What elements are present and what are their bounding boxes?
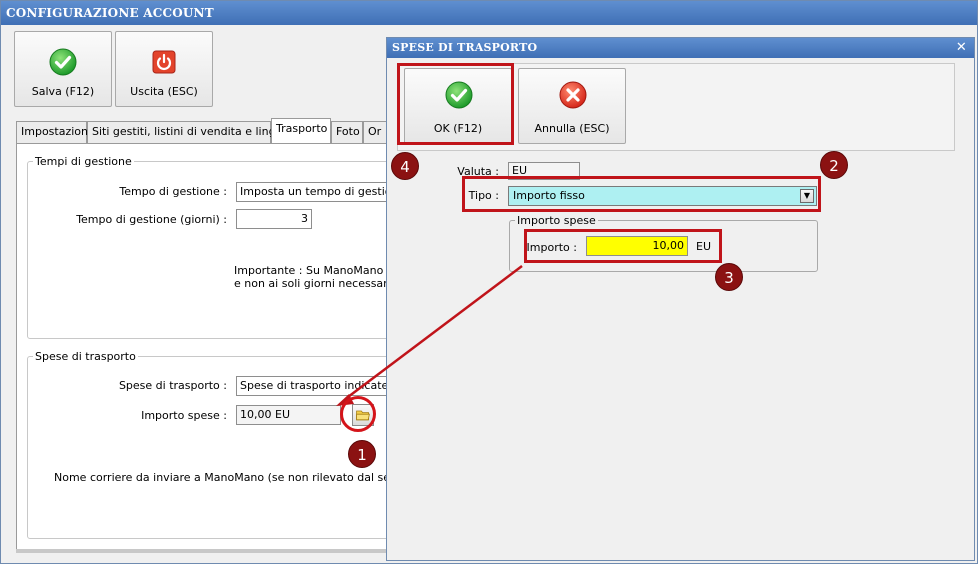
cancel-button-label: Annulla (ESC) (534, 122, 610, 135)
annotation-badge-1: 1 (348, 440, 376, 468)
tempo-gestione-label: Tempo di gestione : (119, 185, 227, 198)
cancel-button[interactable]: Annulla (ESC) (518, 68, 626, 144)
dialog-close-icon[interactable]: ✕ (956, 38, 967, 58)
spese-trasporto-label: Spese di trasporto : (118, 379, 227, 392)
trasporto-panel: Tempi di gestione Tempo di gestione : Im… (16, 143, 401, 551)
tab-trasporto[interactable]: Trasporto (271, 118, 331, 143)
tab-impostazioni[interactable]: Impostazioni (16, 121, 91, 143)
annotation-circle-folder (340, 396, 376, 432)
tab-siti-gestiti[interactable]: Siti gestiti, listini di vendita e lingu… (87, 121, 289, 143)
annotation-badge-4: 4 (391, 152, 419, 180)
power-icon (152, 50, 176, 74)
spese-trasporto-select[interactable]: Spese di trasporto indicate sep (236, 376, 401, 396)
importante-note-line2: e non ai soli giorni necessari per (234, 277, 394, 290)
tempo-giorni-label: Tempo di gestione (giorni) : (76, 213, 227, 226)
tempi-group-title: Tempi di gestione (33, 155, 134, 168)
main-window-title: CONFIGURAZIONE ACCOUNT (6, 6, 214, 20)
tab-foto[interactable]: Foto (331, 121, 363, 143)
save-button[interactable]: Salva (F12) (14, 31, 112, 107)
annotation-box-ok (397, 63, 514, 145)
exit-button[interactable]: Uscita (ESC) (115, 31, 213, 107)
panel-bottom-border (16, 549, 388, 553)
x-icon (559, 81, 587, 109)
importante-note-line1: Importante : Su ManoMano que (234, 264, 394, 277)
importo-spese-field: 10,00 EU (236, 405, 341, 425)
annotation-badge-3: 3 (715, 263, 743, 291)
exit-button-label: Uscita (ESC) (130, 85, 198, 98)
corriere-note: Nome corriere da inviare a ManoMano (se … (54, 471, 396, 484)
dialog-title-bar: SPESE DI TRASPORTO ✕ (387, 38, 974, 58)
annotation-box-importo (524, 229, 722, 263)
importo-spese-label: Importo spese : (141, 409, 227, 422)
check-icon (49, 48, 77, 76)
importo-spese-group-title: Importo spese (515, 214, 598, 227)
save-button-label: Salva (F12) (31, 85, 95, 98)
tempo-gestione-select[interactable]: Imposta un tempo di gestione f (236, 182, 401, 202)
annotation-badge-2: 2 (820, 151, 848, 179)
spese-group-title: Spese di trasporto (33, 350, 138, 363)
annotation-box-tipo (462, 176, 821, 212)
tempo-giorni-input[interactable]: 3 (236, 209, 312, 229)
main-title-bar: CONFIGURAZIONE ACCOUNT (1, 1, 977, 25)
dialog-title: SPESE DI TRASPORTO (392, 41, 538, 54)
